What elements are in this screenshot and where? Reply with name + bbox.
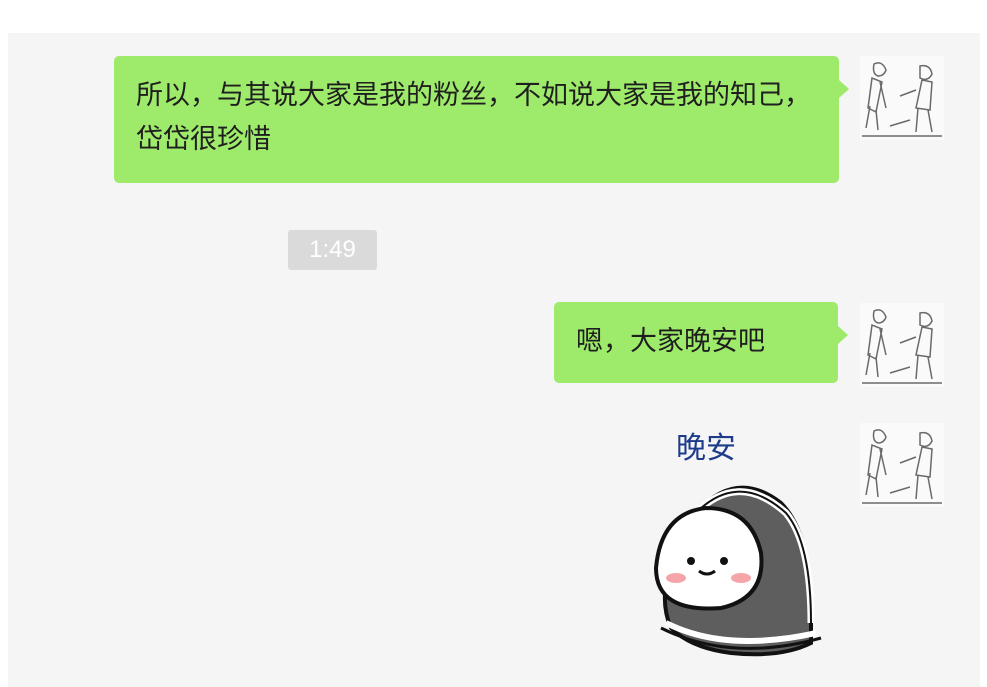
timestamp: 1:49 (288, 230, 377, 270)
message-text: 所以，与其说大家是我的粉丝，不如说大家是我的知己，岱岱很珍惜 (136, 80, 811, 155)
avatar[interactable] (860, 303, 944, 387)
sleepy-blanket-sticker: 晚安 (653, 431, 822, 657)
sketch-figures-icon (860, 303, 944, 387)
sketch-figures-icon (860, 423, 944, 507)
message-bubble[interactable]: 所以，与其说大家是我的粉丝，不如说大家是我的知己，岱岱很珍惜 (114, 56, 849, 183)
sticker-caption: 晚安 (676, 431, 736, 466)
sketch-figures-icon (860, 56, 944, 140)
message-text: 嗯，大家晚安吧 (576, 326, 765, 357)
chat-area[interactable]: 所以，与其说大家是我的粉丝，不如说大家是我的知己，岱岱很珍惜 1:49 嗯，大家… (8, 33, 980, 687)
message-bubble[interactable]: 嗯，大家晚安吧 (554, 302, 848, 383)
sticker-message[interactable]: 晚安 (636, 418, 826, 663)
avatar[interactable] (860, 56, 944, 140)
avatar[interactable] (860, 423, 944, 507)
